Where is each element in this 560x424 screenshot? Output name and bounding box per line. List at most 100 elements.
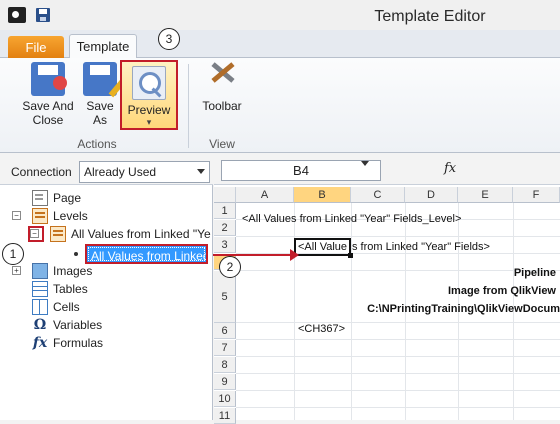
cell-pipeline-title: Pipeline xyxy=(513,267,556,279)
tree-item-page[interactable]: Page xyxy=(32,189,81,207)
row-header[interactable]: 1 xyxy=(214,203,236,219)
bullet-icon xyxy=(74,252,78,256)
tree-item-variables[interactable]: Ω Variables xyxy=(32,316,102,334)
connection-value: Already Used xyxy=(84,165,157,179)
tree-item-tables[interactable]: Tables xyxy=(32,280,88,298)
fx-icon: fx xyxy=(32,335,48,351)
grid-line xyxy=(236,270,560,271)
preview-button[interactable]: Preview ▾ xyxy=(120,60,178,130)
page-icon xyxy=(32,190,48,206)
hammer-wrench-icon xyxy=(205,62,239,96)
ribbon-separator xyxy=(188,64,189,148)
cell-pipeline-path: C:\NPrintingTraining\QlikViewDocum xyxy=(367,303,560,315)
select-all-corner[interactable] xyxy=(214,187,236,203)
save-and-close-label-1: Save And xyxy=(22,99,74,113)
row-header[interactable]: 11 xyxy=(214,408,236,424)
tree-item-levels[interactable]: − Levels xyxy=(12,207,88,225)
title-bar: Template Editor xyxy=(0,0,560,30)
grid-line xyxy=(236,390,560,391)
tree-label-levels: Levels xyxy=(53,209,88,223)
tree-item-formulas[interactable]: fx Formulas xyxy=(32,334,103,352)
levels-icon xyxy=(32,208,48,224)
column-header[interactable]: F xyxy=(513,187,560,203)
cells-icon xyxy=(32,299,48,315)
preview-label: Preview xyxy=(127,103,171,117)
cell-a2: <All Values from Linked "Year" Fields_Le… xyxy=(242,213,462,225)
save-as-label-1: Save xyxy=(86,99,114,113)
tree-label-level-child: All Values from Linked xyxy=(91,249,208,263)
connection-bar: Connection Already Used xyxy=(0,153,213,185)
group-label-actions: Actions xyxy=(77,137,117,151)
grid-line xyxy=(236,322,560,323)
save-as-button[interactable]: Save As xyxy=(82,62,118,127)
tree-label-images: Images xyxy=(53,264,93,278)
row-header[interactable]: 7 xyxy=(214,340,236,356)
images-icon xyxy=(32,263,48,279)
ribbon: Save And Close Save As Actions Toolbar V… xyxy=(0,58,560,153)
tree-label-level-linked: All Values from Linked "Ye xyxy=(71,227,211,241)
tables-icon xyxy=(32,281,48,297)
column-header[interactable]: D xyxy=(405,187,458,203)
save-and-close-button[interactable]: Save And Close xyxy=(14,62,82,127)
level-icon xyxy=(50,226,66,242)
tree-label-page: Page xyxy=(53,191,82,205)
save-and-close-label-2: Close xyxy=(32,113,64,127)
row-header[interactable]: 2 xyxy=(214,220,236,236)
save-as-label-2: As xyxy=(92,113,107,127)
sheet-pane: B4 fx A B C D E F 1 2 3 4 5 6 7 8 9 10 1… xyxy=(214,153,560,424)
grid-line xyxy=(236,407,560,408)
tree-label-tables: Tables xyxy=(53,282,88,296)
row-header[interactable]: 8 xyxy=(214,357,236,373)
callout-3: 3 xyxy=(158,28,180,50)
row-header[interactable]: 3 xyxy=(214,237,236,253)
tree-label-formulas: Formulas xyxy=(53,336,104,350)
grid-line xyxy=(236,373,560,374)
row-header[interactable]: 9 xyxy=(214,374,236,390)
window-title: Template Editor xyxy=(374,8,486,25)
save-as-icon xyxy=(83,62,117,96)
toolbar-button[interactable]: Toolbar xyxy=(194,62,250,113)
omega-icon: Ω xyxy=(33,317,47,333)
chevron-down-icon xyxy=(197,169,205,174)
column-header[interactable]: A xyxy=(236,187,294,203)
tree-item-cells[interactable]: Cells xyxy=(32,298,80,316)
fx-icon[interactable]: fx xyxy=(444,161,456,176)
collapse-icon[interactable]: − xyxy=(12,211,21,220)
expand-toggle-highlight xyxy=(28,226,44,242)
grid-line xyxy=(236,236,560,237)
row-header[interactable]: 5 xyxy=(214,271,236,323)
tree-label-variables: Variables xyxy=(53,318,103,332)
tree-item-level-child-selected[interactable]: All Values from Linked xyxy=(85,244,208,264)
expand-icon[interactable]: + xyxy=(12,266,21,275)
magnifier-icon xyxy=(132,66,166,100)
column-header[interactable]: E xyxy=(458,187,513,203)
group-label-view: View xyxy=(209,137,235,151)
column-header[interactable]: C xyxy=(351,187,405,203)
grid-line xyxy=(236,339,560,340)
toolbar-label: Toolbar xyxy=(202,99,242,113)
cell-reference: B4 xyxy=(293,163,309,178)
row-header[interactable]: 6 xyxy=(214,323,236,339)
chevron-down-icon[interactable] xyxy=(361,161,369,166)
tree-label-cells: Cells xyxy=(53,300,80,314)
column-header-selected[interactable]: B xyxy=(294,187,351,203)
connection-label: Connection xyxy=(11,165,72,179)
cell-pipeline-subtitle: Image from QlikView xyxy=(447,285,556,297)
connection-select[interactable]: Already Used xyxy=(79,161,210,183)
active-cell-b4[interactable] xyxy=(294,238,353,258)
tree-item-level-linked[interactable]: − All Values from Linked "Ye xyxy=(30,225,211,243)
preview-dropdown-arrow-icon[interactable]: ▾ xyxy=(122,117,176,128)
ribbon-tab-row: File Template xyxy=(0,30,560,59)
tab-file[interactable]: File xyxy=(8,36,64,59)
spreadsheet-grid[interactable]: A B C D E F 1 2 3 4 5 6 7 8 9 10 11 <All… xyxy=(214,187,560,424)
grid-line xyxy=(236,356,560,357)
tree-item-images[interactable]: + Images xyxy=(12,262,92,280)
cell-name-box[interactable]: B4 xyxy=(221,160,381,181)
row-header[interactable]: 10 xyxy=(214,391,236,407)
tab-template[interactable]: Template xyxy=(69,34,137,59)
cell-b4-overflow: s from Linked "Year" Fields> xyxy=(352,241,490,253)
save-and-close-icon xyxy=(31,62,67,96)
arrow-right-icon xyxy=(290,249,299,261)
cell-b6: <CH367> xyxy=(298,323,346,335)
callout-2: 2 xyxy=(219,256,241,278)
